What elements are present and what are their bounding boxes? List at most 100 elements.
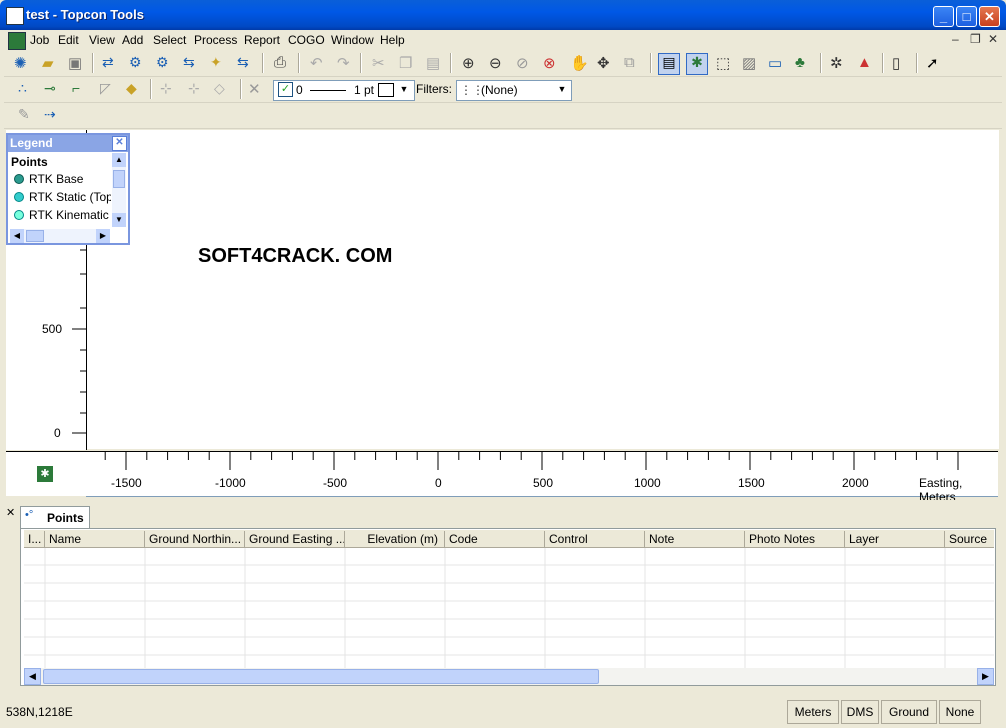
- redo-icon[interactable]: ↷: [337, 54, 355, 72]
- menu-view[interactable]: View: [89, 33, 115, 47]
- export-points-icon[interactable]: ✦: [210, 54, 228, 72]
- scroll-thumb[interactable]: [43, 669, 599, 684]
- zoom-window-icon[interactable]: ⊗: [543, 54, 561, 72]
- filters-select[interactable]: ⋮⋮ (None) ▼: [456, 80, 572, 101]
- add-polyline-icon[interactable]: ⌐: [72, 80, 90, 98]
- scroll-left-icon[interactable]: ◀: [10, 229, 24, 243]
- mdi-close-button[interactable]: ✕: [988, 32, 998, 46]
- menu-job[interactable]: Job: [30, 33, 49, 47]
- col-header-layer[interactable]: Layer: [845, 531, 945, 547]
- mdi-restore-button[interactable]: ❐: [970, 32, 981, 46]
- mdi-minimize-button[interactable]: –: [952, 32, 959, 46]
- col-header-name[interactable]: Name: [45, 531, 145, 547]
- legend-close-icon[interactable]: ✕: [112, 136, 127, 151]
- pan-hand-icon[interactable]: ✋: [570, 54, 589, 72]
- edit-linework-icon[interactable]: ◇: [214, 80, 232, 98]
- tree-view-icon[interactable]: ♣: [795, 54, 813, 72]
- coordinate-mode-indicator[interactable]: Ground: [881, 700, 937, 724]
- col-header-photo-notes[interactable]: Photo Notes: [745, 531, 845, 547]
- scroll-thumb[interactable]: [26, 230, 44, 242]
- legend-vertical-scrollbar[interactable]: ▲ ▼: [112, 153, 126, 227]
- units-indicator[interactable]: Meters: [787, 700, 839, 724]
- undo-icon[interactable]: ↶: [310, 54, 328, 72]
- import-obs-icon[interactable]: ⚙: [156, 54, 174, 72]
- maximize-button[interactable]: □: [956, 6, 977, 27]
- scroll-down-icon[interactable]: ▼: [112, 213, 126, 227]
- paste-icon[interactable]: ▤: [426, 54, 444, 72]
- chevron-down-icon[interactable]: ▼: [555, 81, 569, 98]
- menu-process[interactable]: Process: [194, 33, 237, 47]
- tab-points[interactable]: •° Points: [20, 506, 90, 528]
- line-style-combo[interactable]: ✓ 0 1 pt ▼: [273, 80, 415, 101]
- process-icon[interactable]: ✲: [830, 54, 848, 72]
- print-icon[interactable]: ⎙: [274, 54, 292, 72]
- select-pointer-icon[interactable]: ➚: [926, 54, 944, 72]
- image-view-icon[interactable]: ▨: [742, 54, 760, 72]
- add-vertex-icon[interactable]: ⊹: [160, 80, 178, 98]
- col-header-note[interactable]: Note: [645, 531, 745, 547]
- color-swatch[interactable]: [378, 83, 394, 97]
- scroll-right-icon[interactable]: ▶: [96, 229, 110, 243]
- map-canvas[interactable]: [6, 130, 999, 449]
- document-icon[interactable]: [8, 32, 26, 50]
- adjust-icon[interactable]: ▲: [857, 54, 875, 72]
- insert-vertex-icon[interactable]: ⊹: [188, 80, 206, 98]
- delete-icon[interactable]: ✕: [248, 80, 266, 98]
- menu-help[interactable]: Help: [380, 33, 405, 47]
- cad-view-icon[interactable]: ▭: [768, 54, 786, 72]
- cut-icon[interactable]: ✂: [372, 54, 390, 72]
- close-button[interactable]: ✕: [979, 6, 1000, 27]
- table-horizontal-scrollbar[interactable]: ◀ ▶: [24, 668, 994, 685]
- col-header-id[interactable]: I...: [24, 531, 45, 547]
- map-view-icon[interactable]: ✱: [686, 53, 708, 75]
- angle-format-indicator[interactable]: DMS: [841, 700, 879, 724]
- add-area-icon[interactable]: ◸: [100, 80, 118, 98]
- settings-icon[interactable]: ✺: [14, 54, 32, 72]
- copy-icon[interactable]: ❐: [399, 54, 417, 72]
- x-tick-label: 1500: [738, 476, 765, 490]
- occupation-view-icon[interactable]: ⬚: [716, 54, 734, 72]
- chevron-down-icon[interactable]: ▼: [396, 81, 412, 98]
- map-extent-icon[interactable]: ✱: [37, 466, 53, 482]
- app-icon[interactable]: [6, 7, 24, 25]
- measure-icon[interactable]: ✎: [18, 106, 36, 124]
- scroll-left-icon[interactable]: ◀: [24, 668, 41, 685]
- tabular-view-icon[interactable]: ▤: [658, 53, 680, 75]
- add-line-icon[interactable]: ⊸: [44, 80, 62, 98]
- scroll-right-icon[interactable]: ▶: [977, 668, 994, 685]
- col-header-control[interactable]: Control: [545, 531, 645, 547]
- add-point-icon[interactable]: ∴: [18, 80, 36, 98]
- scroll-up-icon[interactable]: ▲: [112, 153, 126, 167]
- zoom-all-icon[interactable]: ⧉: [624, 54, 642, 72]
- legend-horizontal-scrollbar[interactable]: ◀ ▶: [10, 229, 110, 243]
- col-header-easting[interactable]: Ground Easting ...: [245, 531, 345, 547]
- import-icon[interactable]: ⇄: [102, 54, 120, 72]
- panel-close-icon[interactable]: ✕: [6, 506, 15, 519]
- open-folder-icon[interactable]: ▰: [42, 54, 60, 72]
- menu-window[interactable]: Window: [331, 33, 374, 47]
- menu-report[interactable]: Report: [244, 33, 280, 47]
- zoom-extents-icon[interactable]: ✥: [597, 54, 615, 72]
- scroll-thumb[interactable]: [113, 170, 125, 188]
- zoom-out-icon[interactable]: ⊖: [489, 54, 507, 72]
- col-header-elevation[interactable]: Elevation (m): [345, 531, 445, 547]
- menu-add[interactable]: Add: [122, 33, 143, 47]
- col-header-source[interactable]: Source: [945, 531, 994, 547]
- zoom-in-icon[interactable]: ⊕: [462, 54, 480, 72]
- menu-select[interactable]: Select: [153, 33, 186, 47]
- report-icon[interactable]: ▯: [892, 54, 910, 72]
- export-icon[interactable]: ⇆: [183, 54, 201, 72]
- add-surface-icon[interactable]: ◆: [126, 80, 144, 98]
- minimize-button[interactable]: _: [933, 6, 954, 27]
- menu-cogo[interactable]: COGO: [288, 33, 325, 47]
- col-header-code[interactable]: Code: [445, 531, 545, 547]
- save-icon[interactable]: ▣: [68, 54, 86, 72]
- zoom-previous-icon[interactable]: ⊘: [516, 54, 534, 72]
- inverse-icon[interactable]: ⇢: [44, 106, 62, 124]
- menu-edit[interactable]: Edit: [58, 33, 79, 47]
- export-job-icon[interactable]: ⇆: [237, 54, 255, 72]
- col-header-northing[interactable]: Ground Northin...: [145, 531, 245, 547]
- line-visible-checkbox[interactable]: ✓: [278, 82, 293, 97]
- import-points-icon[interactable]: ⚙: [129, 54, 147, 72]
- projection-indicator[interactable]: None: [939, 700, 981, 724]
